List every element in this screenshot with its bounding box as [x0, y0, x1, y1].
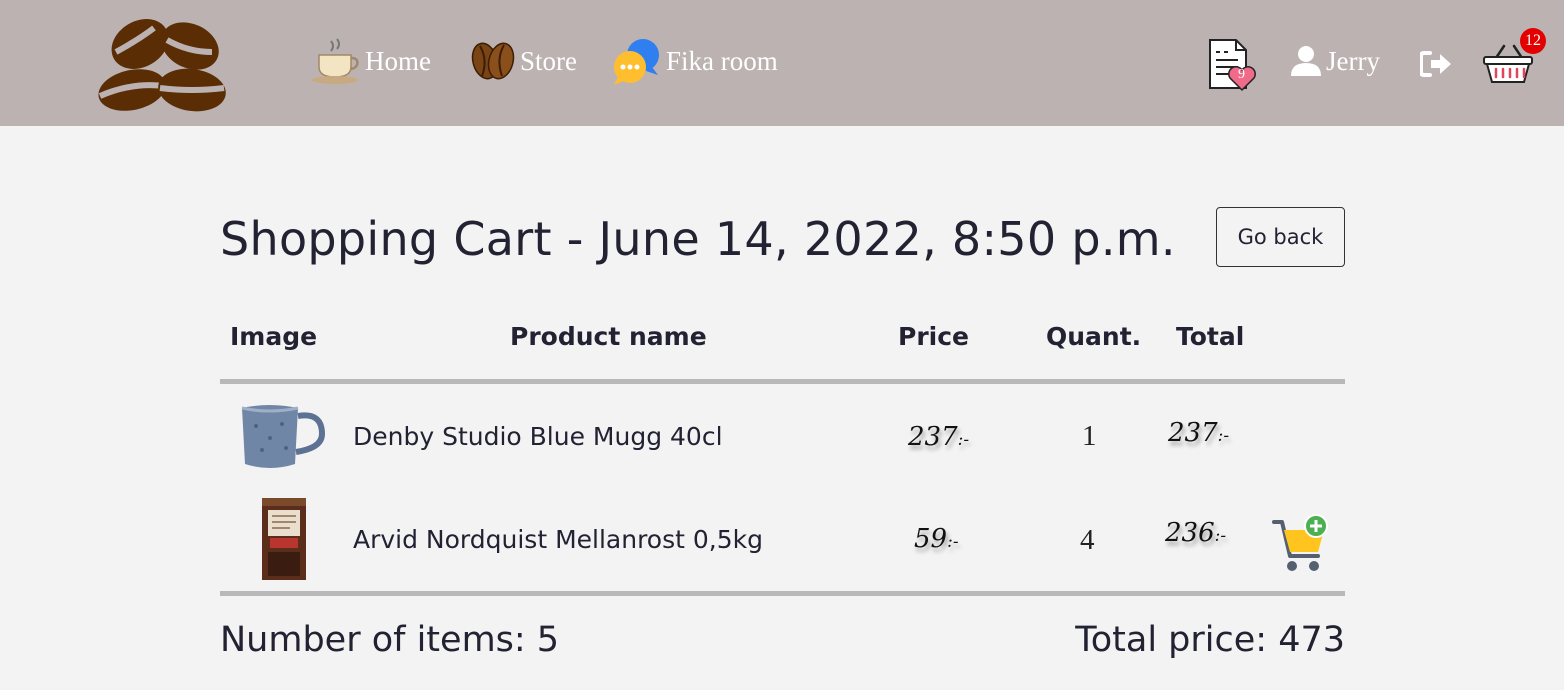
navbar: Home Store Fika room 9 Jerry 12 — [0, 0, 1564, 126]
column-header-quantity: Quant. — [1046, 322, 1142, 351]
product-name[interactable]: Denby Studio Blue Mugg 40cl — [353, 422, 723, 451]
row-total: 236:- — [1165, 518, 1226, 548]
nav-store-label: Store — [520, 45, 577, 76]
coffee-package-image[interactable] — [258, 494, 310, 582]
column-header-total: Total — [1176, 322, 1245, 351]
price-suffix: :- — [957, 430, 970, 450]
sign-out-icon — [1419, 51, 1451, 77]
product-quantity: 1 — [1082, 420, 1097, 452]
document-heart-icon — [1209, 39, 1256, 92]
page-title: Shopping Cart - June 14, 2022, 8:50 p.m. — [220, 212, 1176, 266]
table-header-divider — [220, 379, 1345, 384]
user-profile-link[interactable]: Jerry — [1290, 36, 1380, 86]
nav-fika-room-link[interactable]: Fika room — [612, 36, 778, 86]
favorites-list-button[interactable]: 9 — [1206, 38, 1260, 92]
price-suffix: :- — [947, 532, 959, 552]
table-row: Arvid Nordquist Mellanrost 0,5kg 59:- 4 … — [220, 488, 1345, 588]
nav-home-label: Home — [365, 45, 431, 76]
nav-store-link[interactable]: Store — [470, 36, 577, 86]
add-to-cart-button[interactable] — [1272, 514, 1332, 572]
user-icon — [1291, 46, 1321, 76]
column-header-product-name: Product name — [510, 322, 707, 351]
price-value: 59 — [914, 524, 948, 554]
blue-mug-image[interactable] — [238, 402, 328, 472]
price-value: 237 — [908, 422, 958, 452]
row-total: 237:- — [1168, 418, 1229, 448]
favorites-count: 9 — [1238, 67, 1245, 82]
column-header-image: Image — [230, 322, 318, 351]
product-name[interactable]: Arvid Nordquist Mellanrost 0,5kg — [353, 525, 763, 554]
user-name: Jerry — [1326, 45, 1380, 76]
coffee-cup-icon — [312, 38, 359, 84]
coffee-bean-icon — [471, 42, 515, 80]
total-value: 236 — [1165, 518, 1215, 548]
table-row: Denby Studio Blue Mugg 40cl 237:- 1 237:… — [220, 388, 1345, 488]
chat-bubbles-icon — [614, 39, 659, 85]
nav-home-link[interactable]: Home — [311, 36, 431, 86]
total-price: Total price: 473 — [1075, 620, 1345, 660]
logout-button[interactable] — [1419, 50, 1452, 78]
product-price: 237:- — [908, 422, 969, 452]
table-footer-divider — [220, 591, 1345, 596]
column-header-price: Price — [898, 322, 969, 351]
coffee-beans-logo[interactable] — [92, 10, 230, 116]
nav-fika-room-label: Fika room — [666, 45, 778, 76]
total-suffix: :- — [1214, 526, 1227, 546]
number-of-items: Number of items: 5 — [220, 620, 560, 660]
total-suffix: :- — [1217, 426, 1230, 446]
product-price: 59:- — [914, 524, 959, 554]
go-back-button[interactable]: Go back — [1216, 207, 1345, 267]
total-value: 237 — [1168, 418, 1218, 448]
cart-count-badge: 12 — [1520, 28, 1546, 54]
product-quantity: 4 — [1080, 524, 1095, 556]
